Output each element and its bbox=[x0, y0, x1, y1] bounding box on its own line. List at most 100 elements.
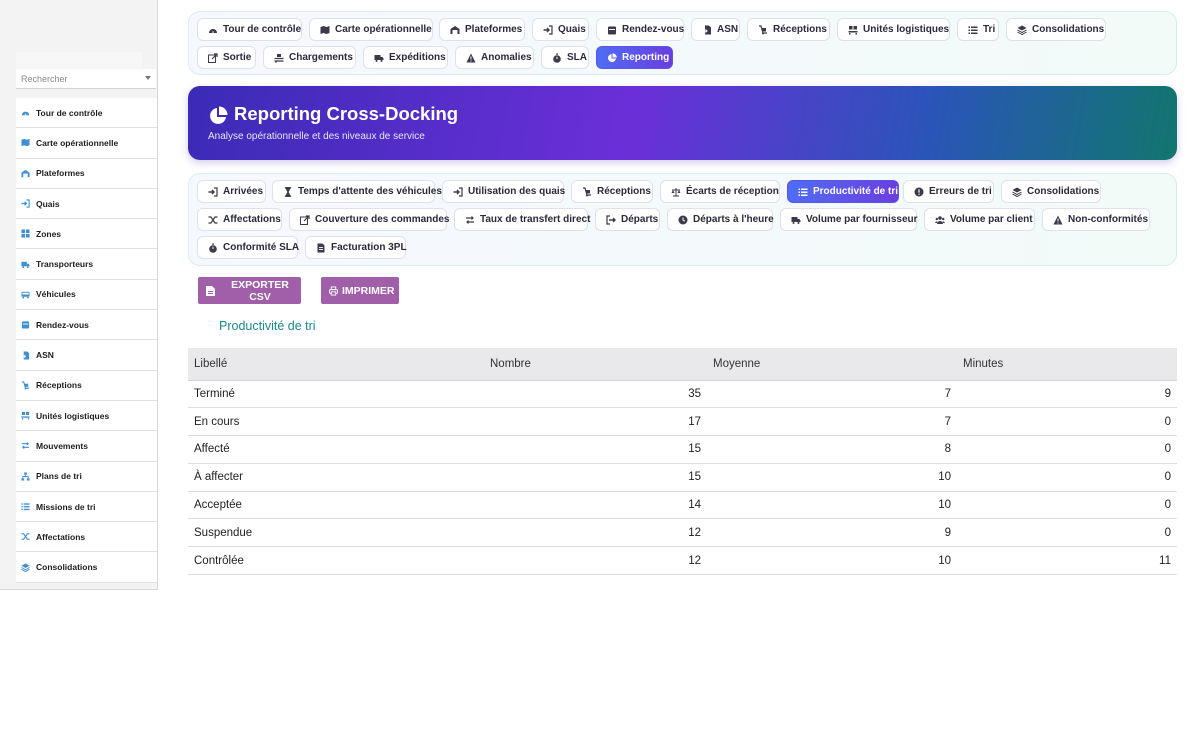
nav-tab[interactable]: Erreurs de tri bbox=[903, 180, 994, 203]
nav-tab-icon bbox=[968, 25, 978, 35]
sidebar-item[interactable]: Rendez-vous bbox=[16, 310, 157, 341]
sidebar-item[interactable]: Carte opérationnelle bbox=[16, 128, 157, 159]
nav-tab-icon bbox=[607, 25, 617, 35]
nav-tab[interactable]: Rendez-vous bbox=[596, 18, 684, 41]
warehouse-icon bbox=[21, 169, 30, 177]
nav-tab-label: Plateformes bbox=[465, 24, 523, 35]
stopwatch-icon bbox=[553, 53, 561, 63]
nav-tab-label: Utilisation des quais bbox=[468, 186, 566, 197]
sidebar-item[interactable]: Zones bbox=[16, 219, 157, 250]
cell-count: 15 bbox=[484, 435, 707, 464]
nav-tab[interactable]: Consolidations bbox=[1001, 180, 1101, 203]
warning-icon bbox=[1053, 215, 1063, 224]
nav-tab-label: Quais bbox=[558, 24, 586, 35]
sidebar-item-label: Consolidations bbox=[36, 562, 98, 573]
nav-tab-label: Consolidations bbox=[1032, 24, 1105, 35]
sidebar-item[interactable]: Missions de tri bbox=[16, 491, 157, 523]
sidebar-item-label: Véhicules bbox=[36, 289, 76, 300]
cell-average: 8 bbox=[707, 435, 957, 464]
nav-tab[interactable]: Arrivées bbox=[197, 180, 266, 203]
nav-tab[interactable]: Réceptions bbox=[747, 18, 830, 41]
sidebar-item[interactable]: Véhicules bbox=[16, 279, 157, 311]
sidebar-item[interactable]: ASN bbox=[16, 340, 157, 371]
nav-tab[interactable]: Productivité de tri bbox=[787, 180, 899, 203]
sidebar-item[interactable]: Consolidations bbox=[16, 552, 157, 583]
nav-tab[interactable]: SLA bbox=[541, 46, 589, 69]
sidebar-item-label: Carte opérationnelle bbox=[36, 137, 119, 148]
report-nav: Arrivées Temps d'attente des véhicules Uti… bbox=[188, 173, 1177, 266]
nav-tab[interactable]: Réceptions bbox=[571, 180, 653, 203]
sidebar-item-label: Affectations bbox=[36, 531, 86, 542]
sidebar-item[interactable]: Plateformes bbox=[16, 158, 157, 189]
sidebar-item[interactable]: Tour de contrôle bbox=[16, 98, 157, 129]
print-button[interactable]: IMPRIMER bbox=[321, 277, 399, 304]
nav-tab[interactable]: Couverture des commandes bbox=[289, 208, 450, 231]
cell-minutes: 0 bbox=[957, 463, 1177, 492]
sidebar-item[interactable]: Quais bbox=[16, 188, 157, 220]
nav-tab[interactable]: Volume par fournisseur bbox=[780, 208, 918, 231]
nav-tab[interactable]: Sortie bbox=[197, 46, 256, 69]
nav-tab[interactable]: Temps d'attente des véhicules bbox=[272, 180, 442, 203]
nav-tab-label: Reporting bbox=[622, 52, 670, 63]
sidebar-item[interactable]: Réceptions bbox=[16, 370, 157, 401]
sidebar-item-icon bbox=[20, 229, 31, 238]
nav-tab[interactable]: Utilisation des quais bbox=[442, 180, 566, 203]
nav-tab[interactable]: Quais bbox=[532, 18, 589, 41]
nav-tab[interactable]: Unités logistiques bbox=[837, 18, 950, 41]
nav-tab[interactable]: Reporting bbox=[596, 46, 673, 69]
column-header[interactable]: Minutes bbox=[957, 348, 1177, 381]
sidebar-item[interactable]: Transporteurs bbox=[16, 249, 157, 280]
cell-count: 35 bbox=[484, 380, 707, 409]
nav-tab[interactable]: Affectations bbox=[197, 208, 282, 231]
nav-tab[interactable]: Tour de contrôle bbox=[197, 18, 302, 41]
nav-tab-label: Sortie bbox=[223, 52, 252, 63]
truck-icon bbox=[374, 54, 384, 62]
export-csv-label: EXPORTER CSV bbox=[231, 278, 289, 303]
nav-tab-label: Rendez-vous bbox=[622, 24, 685, 35]
sidebar-item[interactable]: Plans de tri bbox=[16, 461, 157, 492]
nav-tab[interactable]: Taux de transfert direct bbox=[454, 208, 590, 231]
nav-tab[interactable]: Départs à l'heure bbox=[667, 208, 774, 231]
cell-average: 7 bbox=[707, 407, 957, 437]
file-import-icon bbox=[702, 25, 711, 34]
nav-tab-icon bbox=[791, 215, 801, 225]
printer-icon bbox=[329, 286, 338, 295]
nav-tab[interactable]: Anomalies bbox=[455, 46, 534, 69]
nav-tab[interactable]: Consolidations bbox=[1006, 18, 1106, 41]
cell-average: 10 bbox=[707, 463, 957, 492]
nav-tab[interactable]: Écarts de réception bbox=[660, 180, 780, 203]
nav-tab-icon bbox=[300, 214, 310, 225]
sidebar-item-icon bbox=[20, 199, 31, 208]
layers-icon bbox=[21, 563, 30, 572]
nav-tab[interactable]: Tri bbox=[957, 18, 999, 41]
sidebar-item-icon bbox=[20, 108, 31, 117]
nav-tab[interactable]: Facturation 3PL bbox=[305, 236, 407, 259]
column-header[interactable]: Moyenne bbox=[707, 348, 957, 381]
nav-tab-icon bbox=[208, 52, 218, 63]
nav-tab[interactable]: Carte opérationnelle bbox=[309, 18, 433, 41]
balance-icon bbox=[671, 187, 681, 196]
sidebar-item[interactable]: Mouvements bbox=[16, 431, 157, 462]
grid-icon bbox=[21, 229, 30, 238]
nav-tab[interactable]: ASN bbox=[691, 18, 740, 41]
sidebar-item[interactable]: Affectations bbox=[16, 522, 157, 553]
column-header[interactable]: Libellé bbox=[188, 348, 484, 381]
nav-tab[interactable]: Non-conformités bbox=[1042, 208, 1150, 231]
sidebar-item[interactable]: Unités logistiques bbox=[16, 400, 157, 432]
column-header[interactable]: Nombre bbox=[484, 348, 707, 381]
dolly-icon bbox=[21, 381, 30, 390]
nav-tab-icon bbox=[552, 53, 562, 63]
layers-icon bbox=[1017, 25, 1027, 35]
sidebar-search-select[interactable]: Rechercher bbox=[16, 69, 156, 89]
sidebar-item-label: Plans de tri bbox=[36, 471, 82, 482]
nav-tab-icon bbox=[320, 25, 330, 35]
nav-tab-label: Chargements bbox=[289, 52, 353, 63]
nav-tab[interactable]: Volume par client bbox=[924, 208, 1035, 231]
nav-tab[interactable]: Conformité SLA bbox=[197, 236, 299, 259]
nav-tab[interactable]: Chargements bbox=[263, 46, 356, 69]
nav-tab[interactable]: Plateformes bbox=[439, 18, 525, 41]
nav-tab[interactable]: Expéditions bbox=[363, 46, 448, 69]
cell-minutes: 0 bbox=[957, 491, 1177, 520]
nav-tab[interactable]: Départs bbox=[595, 208, 660, 231]
export-csv-button[interactable]: EXPORTER CSV bbox=[198, 277, 301, 304]
